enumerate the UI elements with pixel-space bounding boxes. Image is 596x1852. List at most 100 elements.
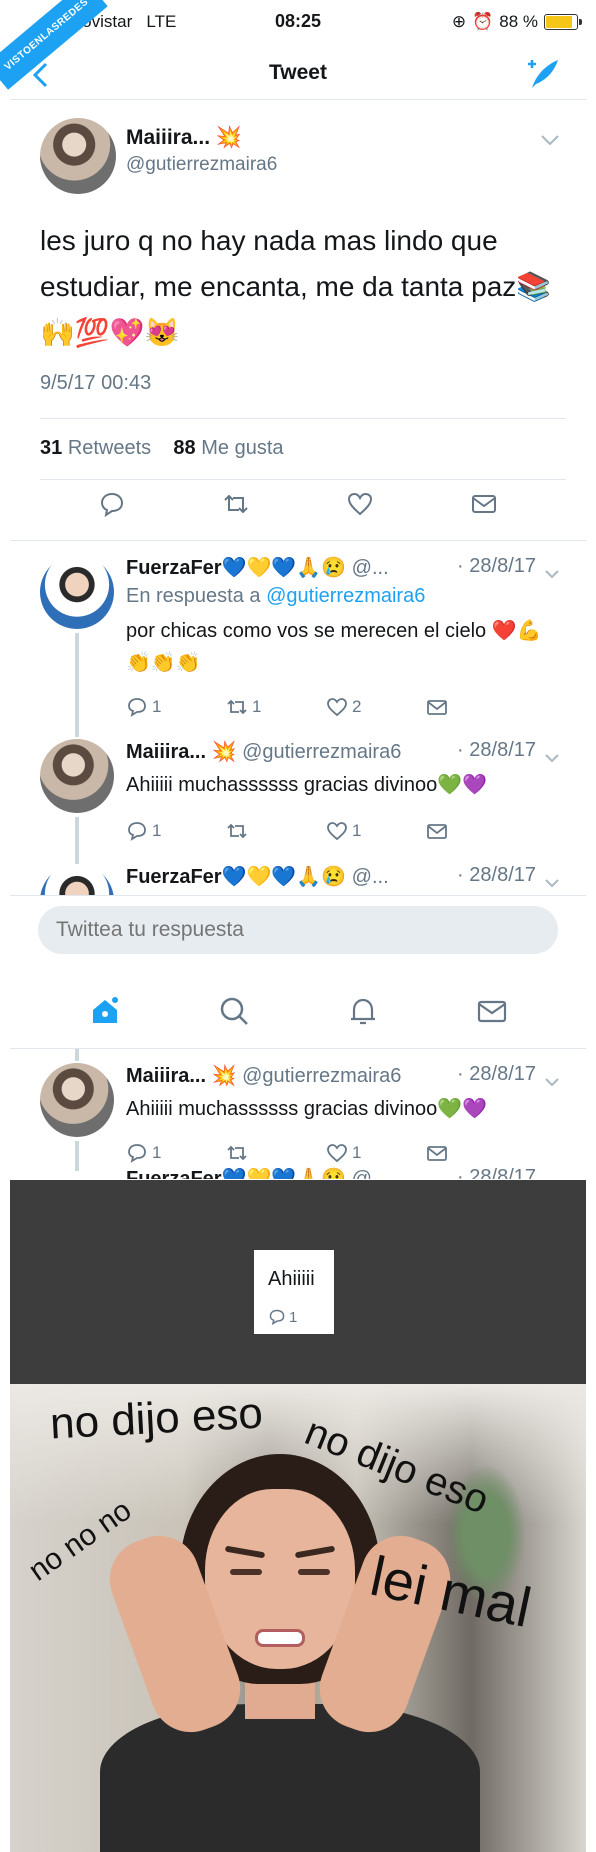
likes-count[interactable]: 88 [173, 437, 195, 459]
reply-date: · 28/8/17 [457, 1063, 536, 1085]
reply-input[interactable] [38, 906, 558, 954]
tweet-date: 9/5/17 00:43 [40, 372, 152, 394]
tweet-stats: 31 Retweets 88 Me gusta [40, 418, 566, 480]
likes-label[interactable]: Me gusta [201, 437, 283, 459]
author-handle[interactable]: @... [352, 557, 389, 579]
avatar[interactable] [40, 118, 116, 194]
in-reply-prefix: En respuesta a [126, 585, 261, 607]
retweets-count[interactable]: 31 [40, 437, 62, 459]
thread-line [75, 817, 79, 850]
reply-compose-area [10, 895, 586, 973]
battery-level [546, 16, 573, 28]
thread-line [75, 1049, 79, 1061]
zoom-crop: Ahiiiii 1 [254, 1250, 334, 1334]
in-reply-to: En respuesta a @gutierrezmaira6 [126, 585, 425, 608]
reply-date: · 28/8/17 [457, 739, 536, 761]
next-reply-header-cut: FuerzaFer💙💛💙🙏😢 @... [126, 1166, 389, 1179]
reply-icon [128, 1144, 146, 1163]
thread-line [75, 725, 79, 737]
author-name[interactable]: Maiiira... 💥 [126, 741, 237, 763]
reply-tweet[interactable]: Maiiira... 💥 @gutierrezmaira6 · 28/8/17 … [10, 1049, 586, 1179]
retweet-icon [227, 699, 247, 715]
battery-percent: 88 % [499, 12, 538, 31]
reply-date: · 28/8/17 [457, 1166, 536, 1179]
author-name[interactable]: FuerzaFer💙💛💙🙏😢 [126, 1168, 346, 1179]
like-count: 1 [352, 1143, 362, 1162]
avatar[interactable] [40, 1063, 114, 1137]
reply-date: · 28/8/17 [457, 864, 536, 886]
search-icon[interactable] [218, 995, 250, 1027]
reply-date: · 28/8/17 [457, 555, 536, 577]
page-title: Tweet [269, 61, 327, 84]
notifications-bell-icon[interactable] [347, 995, 379, 1027]
like-button[interactable]: 1 [326, 1139, 426, 1167]
share-button[interactable] [426, 693, 526, 721]
share-button[interactable] [426, 1139, 526, 1167]
screenshot-frame: VISTOENLASREDES .com Movistar LTE 08:25 … [0, 0, 596, 1852]
reply-icon [128, 822, 146, 841]
chevron-down-icon[interactable] [540, 130, 560, 151]
home-icon[interactable] [89, 995, 121, 1027]
tweet-actions [10, 490, 586, 534]
nav-bar: Tweet [10, 48, 586, 100]
woman-mouth [255, 1629, 305, 1647]
reply-button[interactable]: 1 [126, 1139, 226, 1167]
chevron-down-icon[interactable] [544, 563, 560, 584]
share-envelope-icon [427, 700, 447, 715]
like-heart-icon[interactable] [346, 490, 374, 518]
retweet-button[interactable]: 1 [226, 693, 326, 721]
share-button[interactable] [426, 817, 526, 845]
author-name[interactable]: Maiiira... 💥 [126, 1065, 237, 1087]
avatar[interactable] [40, 864, 114, 895]
meme-image: no dijo eso no dijo eso no no no lei mal [10, 1384, 586, 1852]
share-envelope-icon[interactable] [470, 490, 498, 518]
author-handle[interactable]: @gutierrezmaira6 [242, 1065, 401, 1087]
chevron-down-icon[interactable] [544, 1071, 560, 1092]
author-handle[interactable]: @... [352, 866, 389, 888]
reply-text: Ahiiiii muchassssss gracias divinoo💚💜 [126, 1098, 488, 1120]
reply-count: 1 [152, 697, 162, 716]
thread-line [75, 1141, 79, 1171]
like-heart-icon [327, 698, 347, 717]
chevron-down-icon[interactable] [544, 872, 560, 893]
retweets-label[interactable]: Retweets [68, 437, 151, 459]
retweet-button[interactable] [226, 817, 326, 845]
author-handle[interactable]: @gutierrezmaira6 [126, 154, 277, 176]
rotation-lock-icon: ⊕ [451, 12, 467, 31]
author-handle[interactable]: @gutierrezmaira6 [242, 741, 401, 763]
chevron-down-icon[interactable] [544, 747, 560, 768]
author-name[interactable]: Maiiira... 💥 [126, 126, 242, 150]
reply-tweet[interactable]: FuerzaFer💙💛💙🙏😢 @... · 28/8/17 En respues… [10, 540, 586, 726]
woman-eye [230, 1569, 262, 1575]
author-handle[interactable]: @... [352, 1168, 389, 1179]
retweet-icon [227, 823, 247, 839]
zoom-crop-text: Ahiiiii [268, 1268, 315, 1290]
reply-actions: 1 1 [126, 1139, 526, 1167]
woman-eye [298, 1569, 330, 1575]
retweet-button[interactable] [226, 1139, 326, 1167]
author-name[interactable]: FuerzaFer💙💛💙🙏😢 [126, 866, 346, 888]
reply-actions: 1 1 2 [126, 693, 526, 721]
reply-tweet[interactable]: Maiiira... 💥 @gutierrezmaira6 · 28/8/17 … [10, 725, 586, 850]
reply-icon[interactable] [98, 490, 126, 518]
main-tweet: Maiiira... 💥 @gutierrezmaira6 les juro q… [10, 100, 586, 540]
retweet-icon[interactable] [222, 490, 250, 518]
reply-button[interactable]: 1 [126, 817, 226, 845]
compose-feather-icon[interactable] [526, 58, 560, 97]
like-button[interactable]: 1 [326, 817, 426, 845]
messages-envelope-icon[interactable] [476, 995, 508, 1027]
reply-count: 1 [152, 1143, 162, 1162]
author-name[interactable]: FuerzaFer💙💛💙🙏😢 [126, 557, 346, 579]
reply-button[interactable]: 1 [126, 693, 226, 721]
thread-line [75, 850, 79, 864]
woman-shirt [100, 1704, 480, 1852]
reply-actions: 1 1 [126, 817, 526, 845]
like-count: 1 [352, 821, 362, 840]
avatar[interactable] [40, 739, 114, 813]
reply-tweet[interactable]: FuerzaFer💙💛💙🙏😢 @... · 28/8/17 [10, 850, 586, 895]
reply-count: 1 [289, 1308, 298, 1326]
in-reply-handle-link[interactable]: @gutierrezmaira6 [266, 585, 425, 607]
avatar[interactable] [40, 555, 114, 629]
like-count: 2 [352, 697, 362, 716]
like-button[interactable]: 2 [326, 693, 426, 721]
